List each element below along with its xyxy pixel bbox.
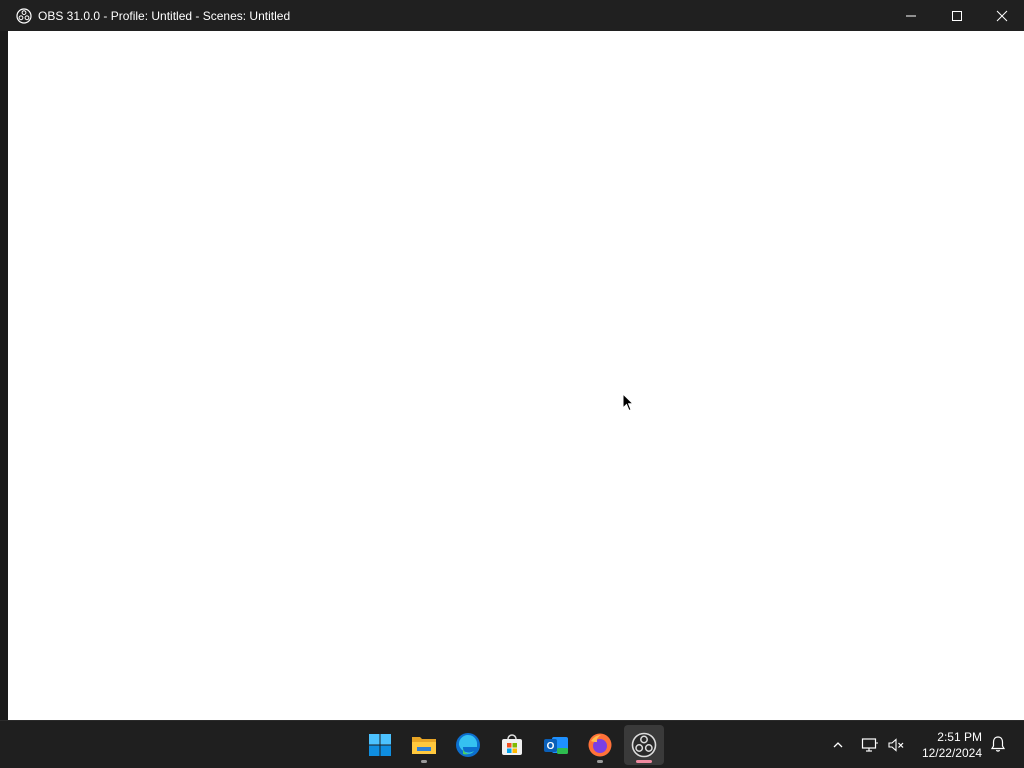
- minimize-button[interactable]: [888, 0, 934, 31]
- maximize-button[interactable]: [934, 0, 980, 31]
- bell-icon[interactable]: [990, 735, 1006, 753]
- taskbar-file-explorer[interactable]: [404, 725, 444, 765]
- start-button[interactable]: [360, 725, 400, 765]
- taskbar-obs-studio[interactable]: [624, 725, 664, 765]
- obs-logo-icon: [631, 732, 657, 758]
- edge-browser-icon: [456, 733, 480, 757]
- title-bar[interactable]: OBS 31.0.0 - Profile: Untitled - Scenes:…: [0, 0, 1024, 31]
- taskbar-firefox[interactable]: [580, 725, 620, 765]
- taskbar-microsoft-store[interactable]: [492, 725, 532, 765]
- maximize-icon: [952, 10, 962, 21]
- minimize-icon: [906, 15, 916, 16]
- store-icon: [502, 734, 522, 755]
- window-left-edge: [0, 31, 8, 720]
- svg-text:O: O: [547, 741, 555, 752]
- caption-buttons: [888, 0, 1024, 31]
- clock[interactable]: 2:51 PM 12/22/2024: [902, 729, 982, 761]
- chevron-up-icon: [833, 741, 843, 747]
- obs-main-window: OBS 31.0.0 - Profile: Untitled - Scenes:…: [0, 0, 1024, 720]
- taskbar-edge[interactable]: [448, 725, 488, 765]
- taskbar-outlook[interactable]: O: [536, 725, 576, 765]
- obs-logo-icon: [16, 7, 32, 24]
- running-indicator: [421, 760, 427, 763]
- desktop: OBS 31.0.0 - Profile: Untitled - Scenes:…: [0, 0, 1024, 768]
- mouse-cursor-icon: [622, 393, 634, 412]
- running-indicator: [597, 760, 603, 763]
- firefox-icon: [588, 733, 612, 757]
- window-content-area[interactable]: [8, 31, 1024, 720]
- network-icon: [861, 737, 878, 752]
- close-icon: [996, 10, 1008, 21]
- clock-time: 2:51 PM: [937, 730, 982, 744]
- clock-date: 12/22/2024: [921, 746, 982, 760]
- active-indicator: [636, 760, 652, 763]
- network-button[interactable]: [858, 733, 882, 757]
- windows-start-icon: [369, 734, 391, 756]
- close-button[interactable]: [980, 0, 1024, 31]
- outlook-icon: O: [544, 737, 568, 754]
- window-title: OBS 31.0.0 - Profile: Untitled - Scenes:…: [38, 8, 291, 23]
- taskbar: O 2:51 PM 12/22/2024: [0, 720, 1024, 768]
- show-hidden-icons-button[interactable]: [826, 733, 850, 757]
- system-tray: [826, 721, 908, 768]
- folder-icon: [412, 737, 436, 754]
